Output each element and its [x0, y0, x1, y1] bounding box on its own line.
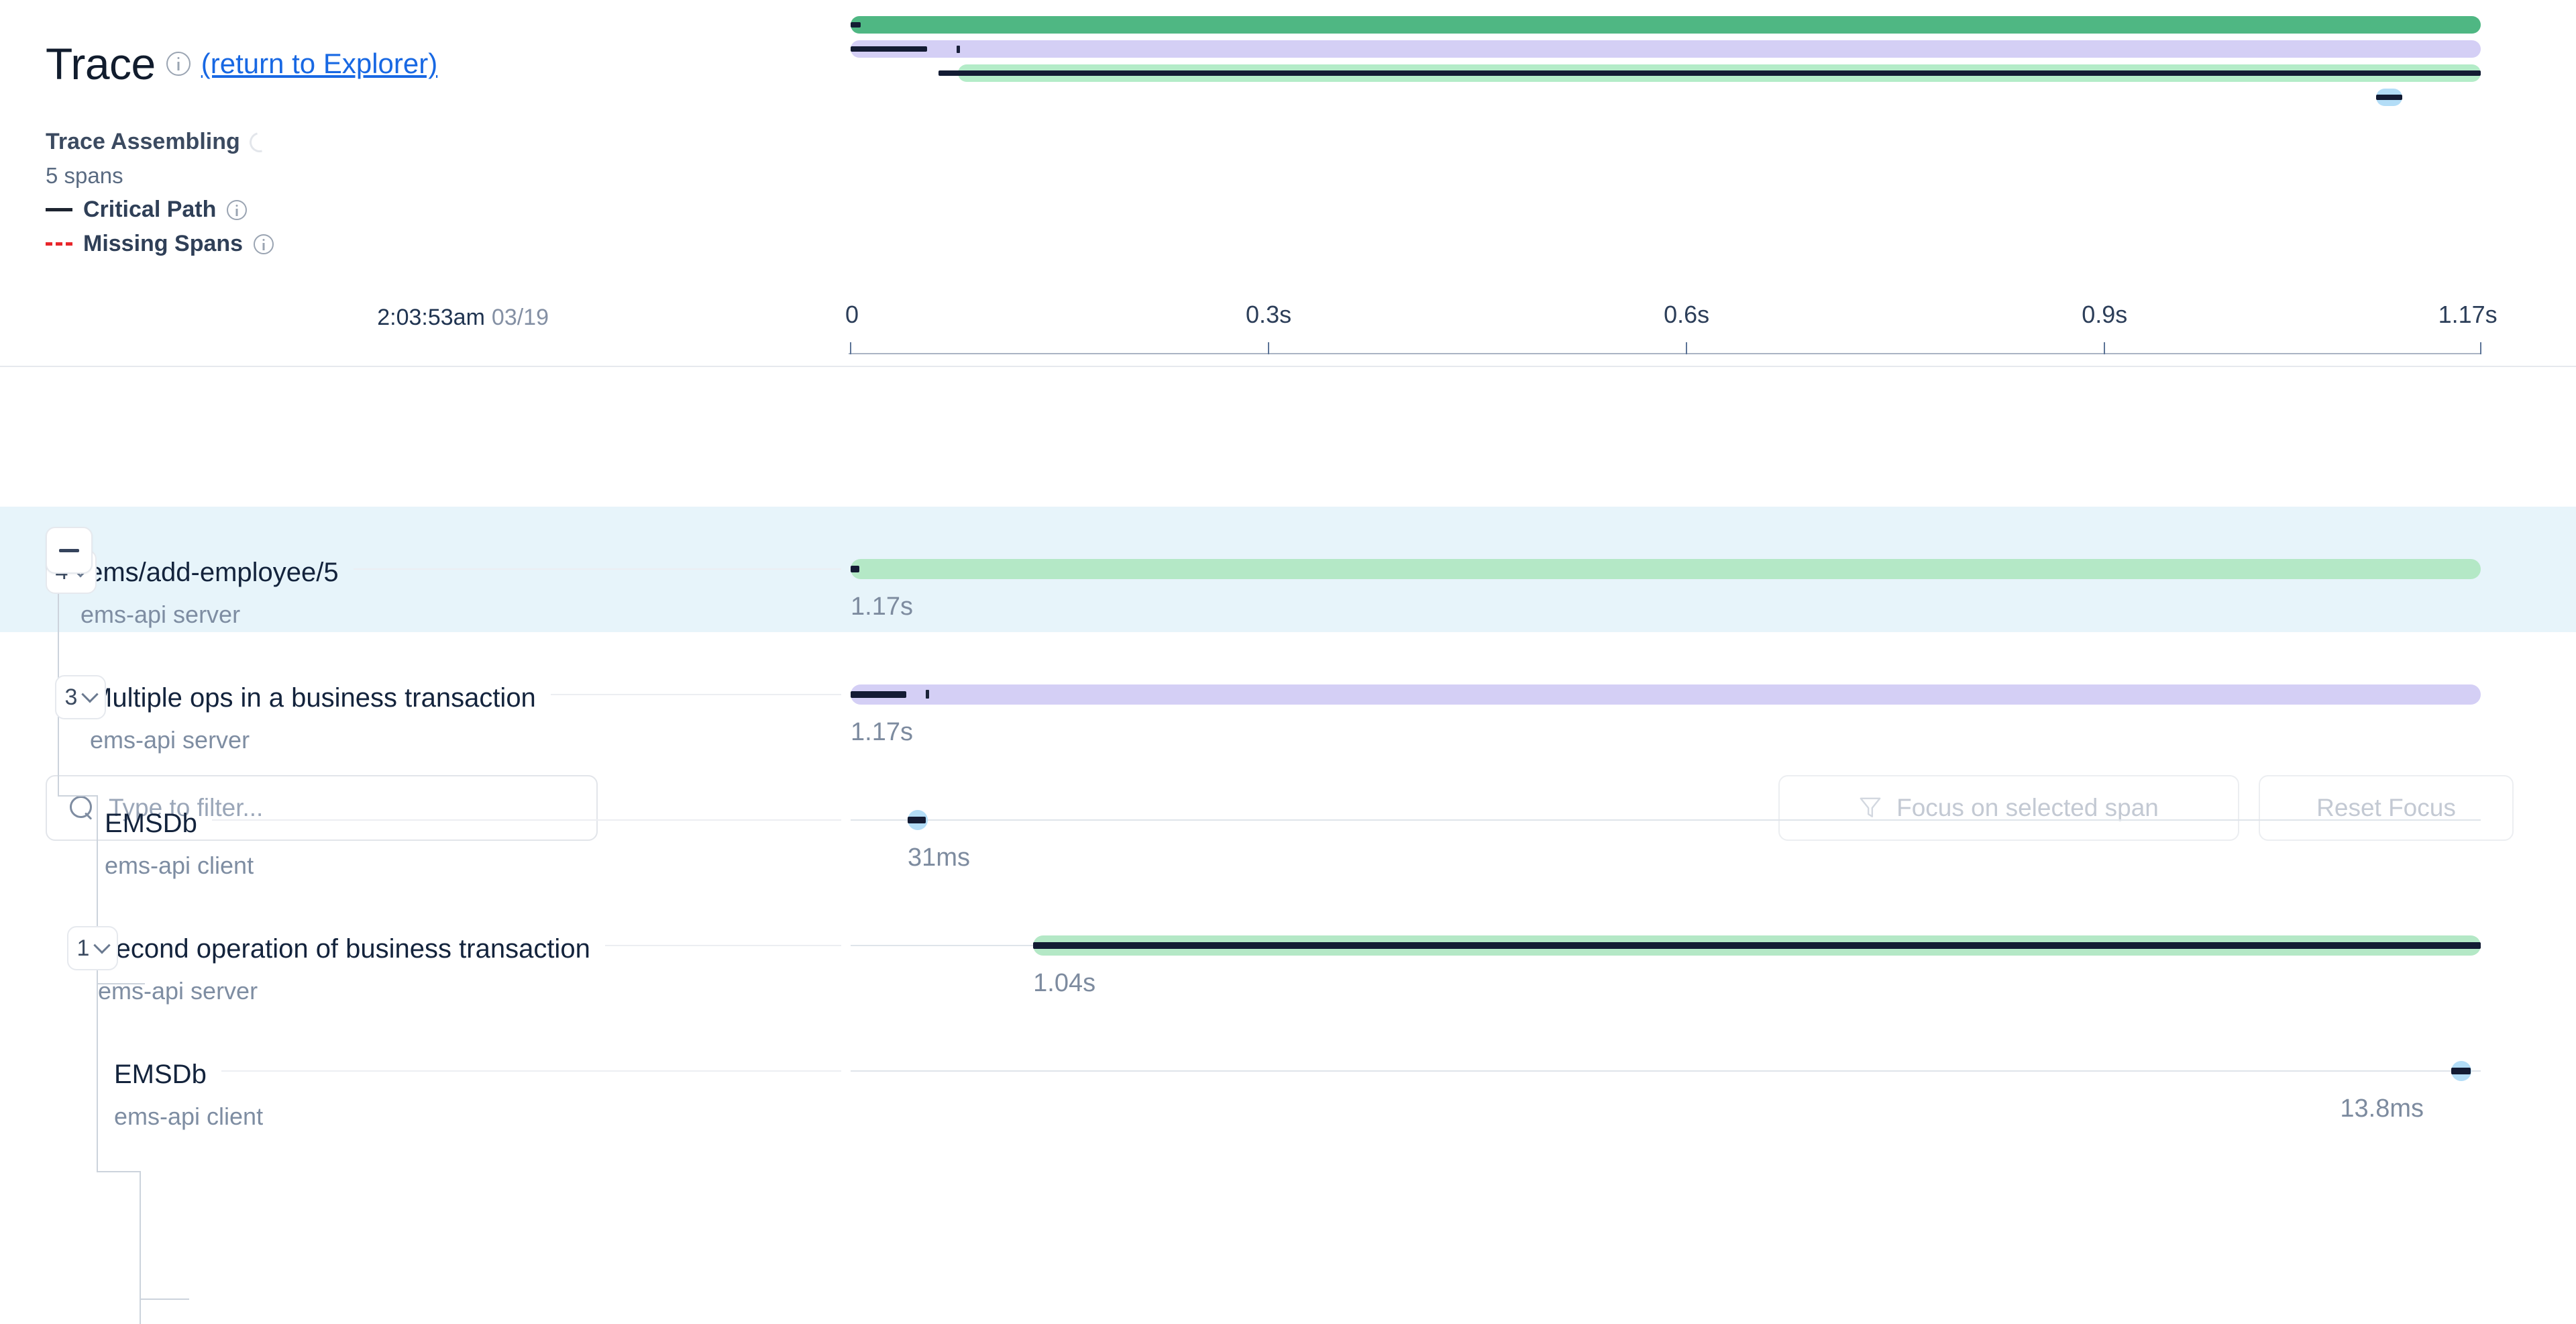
minimap-bar [851, 16, 2481, 34]
minimap-tick [956, 46, 960, 53]
span-service: ems-api server [90, 726, 250, 754]
page-title: Trace [46, 39, 156, 89]
axis-tick-label: 1.17s [2438, 301, 2498, 328]
axis-tick [2104, 342, 2106, 354]
loading-spinner-icon [246, 128, 274, 156]
child-count-badge[interactable]: 1 [67, 926, 118, 970]
critical-path-label: Critical Path [83, 197, 217, 222]
axis-tick-label: 0.9s [2082, 301, 2128, 328]
span-name: EMSDb [114, 1060, 207, 1089]
missing-spans-info-icon[interactable] [254, 234, 274, 254]
trace-info-icon[interactable] [166, 52, 191, 76]
axis-tick [2480, 342, 2481, 354]
minimap-critical-path [2376, 95, 2403, 100]
time-axis: 2:03:53am 03/19 0 0.3s 0.6s 0.9s 1.17s [0, 295, 2576, 366]
timeline-track [851, 1070, 2481, 1072]
tree-connector [140, 1298, 189, 1300]
tree-connector [140, 1171, 141, 1324]
span-service: ems-api client [105, 852, 254, 879]
minimap-critical-path [851, 22, 861, 28]
row-guide-line [550, 694, 841, 695]
axis-tick [850, 342, 851, 354]
span-service: ems-api server [80, 601, 241, 628]
legend-critical-path: Critical Path [46, 197, 274, 223]
critical-path-segment [908, 817, 926, 823]
collapse-all-button[interactable] [46, 527, 93, 574]
trace-assembling-label: Trace Assembling [46, 129, 240, 154]
critical-path-segment [851, 691, 906, 698]
span-name: Multiple ops in a business transaction [90, 683, 536, 713]
tree-connector [58, 795, 97, 797]
missing-spans-label: Missing Spans [83, 231, 244, 256]
minimap-critical-path [851, 46, 928, 52]
trace-start-time: 2:03:53am 03/19 [377, 305, 549, 330]
row-guide-line [211, 819, 841, 821]
axis-tick-label: 0.3s [1246, 301, 1292, 328]
axis-baseline [849, 353, 2481, 354]
span-list: /ems/add-employee/5ems-api server41.17sM… [0, 507, 2576, 1324]
tree-connector [97, 983, 145, 984]
row-guide-line [353, 568, 841, 570]
span-count: 5 spans [46, 163, 123, 188]
collapse-minus-icon [59, 548, 79, 552]
span-bar[interactable] [851, 559, 2481, 579]
return-to-explorer-link[interactable]: (return to Explorer) [201, 50, 437, 78]
span-duration: 1.17s [851, 593, 913, 621]
missing-spans-line-icon [46, 242, 72, 246]
row-guide-line [604, 945, 841, 946]
axis-tick [1268, 342, 1270, 354]
row-guide-line [221, 1070, 841, 1072]
span-duration: 31ms [908, 844, 970, 872]
minimap-bar [851, 40, 2481, 58]
axis-tick [1686, 342, 1688, 354]
critical-path-line-icon [46, 208, 72, 211]
critical-path-segment [2451, 1068, 2471, 1074]
trace-viewer: Trace (return to Explorer) Trace Assembl… [0, 0, 2576, 1324]
trace-meta: Trace Assembling 5 spans Critical Path M… [46, 128, 274, 257]
span-duration: 1.04s [1033, 969, 1096, 997]
span-bar[interactable] [851, 684, 2481, 705]
trace-header: Trace (return to Explorer) Trace Assembl… [0, 0, 2576, 367]
span-duration: 13.8ms [2340, 1094, 2424, 1123]
axis-tick-label: 0.6s [1664, 301, 1710, 328]
span-name: Second operation of business transaction [98, 934, 590, 964]
span-event-tick [925, 690, 929, 699]
child-count-badge[interactable]: 3 [55, 675, 106, 719]
child-count-value: 1 [76, 935, 90, 961]
critical-path-segment [851, 566, 860, 572]
legend-missing-spans: Missing Spans [46, 231, 274, 257]
axis-tick-label: 0 [845, 301, 859, 328]
chevron-down-icon [93, 937, 111, 954]
chevron-down-icon [81, 686, 99, 703]
filter-toolbar: Focus on selected span Reset Focus [0, 367, 2576, 841]
span-name: EMSDb [105, 809, 197, 838]
trace-assembling-status: Trace Assembling [46, 128, 274, 156]
span-duration: 1.17s [851, 718, 913, 746]
critical-path-segment [1033, 942, 2481, 949]
span-service: ems-api client [114, 1103, 264, 1130]
span-name: /ems/add-employee/5 [80, 558, 339, 587]
timeline-track [851, 819, 2481, 821]
child-count-value: 3 [64, 684, 78, 710]
tree-connector [97, 1171, 140, 1172]
trace-minimap[interactable] [851, 16, 2481, 113]
minimap-critical-path [938, 70, 2481, 76]
title-row: Trace (return to Explorer) [46, 42, 437, 86]
critical-path-info-icon[interactable] [227, 199, 248, 220]
span-service: ems-api server [98, 977, 258, 1005]
